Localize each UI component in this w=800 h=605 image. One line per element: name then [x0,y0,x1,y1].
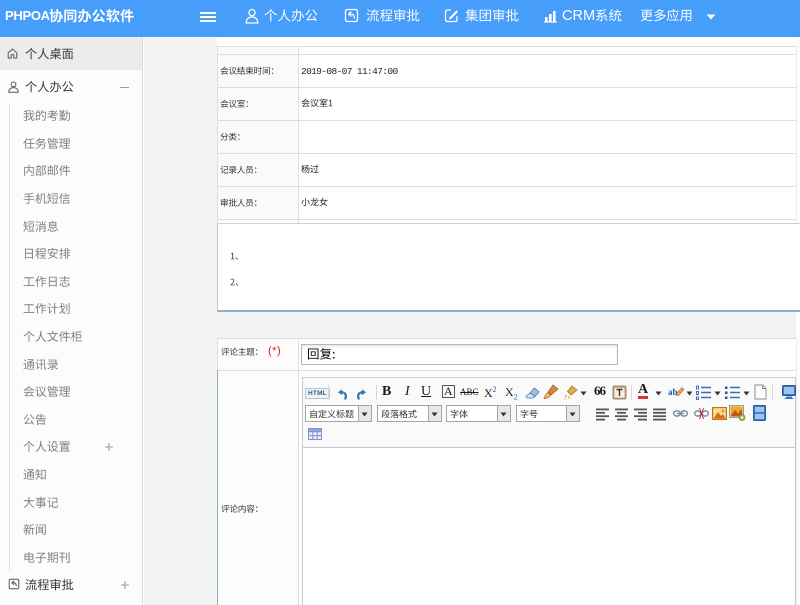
svg-text:ab: ab [668,387,678,397]
